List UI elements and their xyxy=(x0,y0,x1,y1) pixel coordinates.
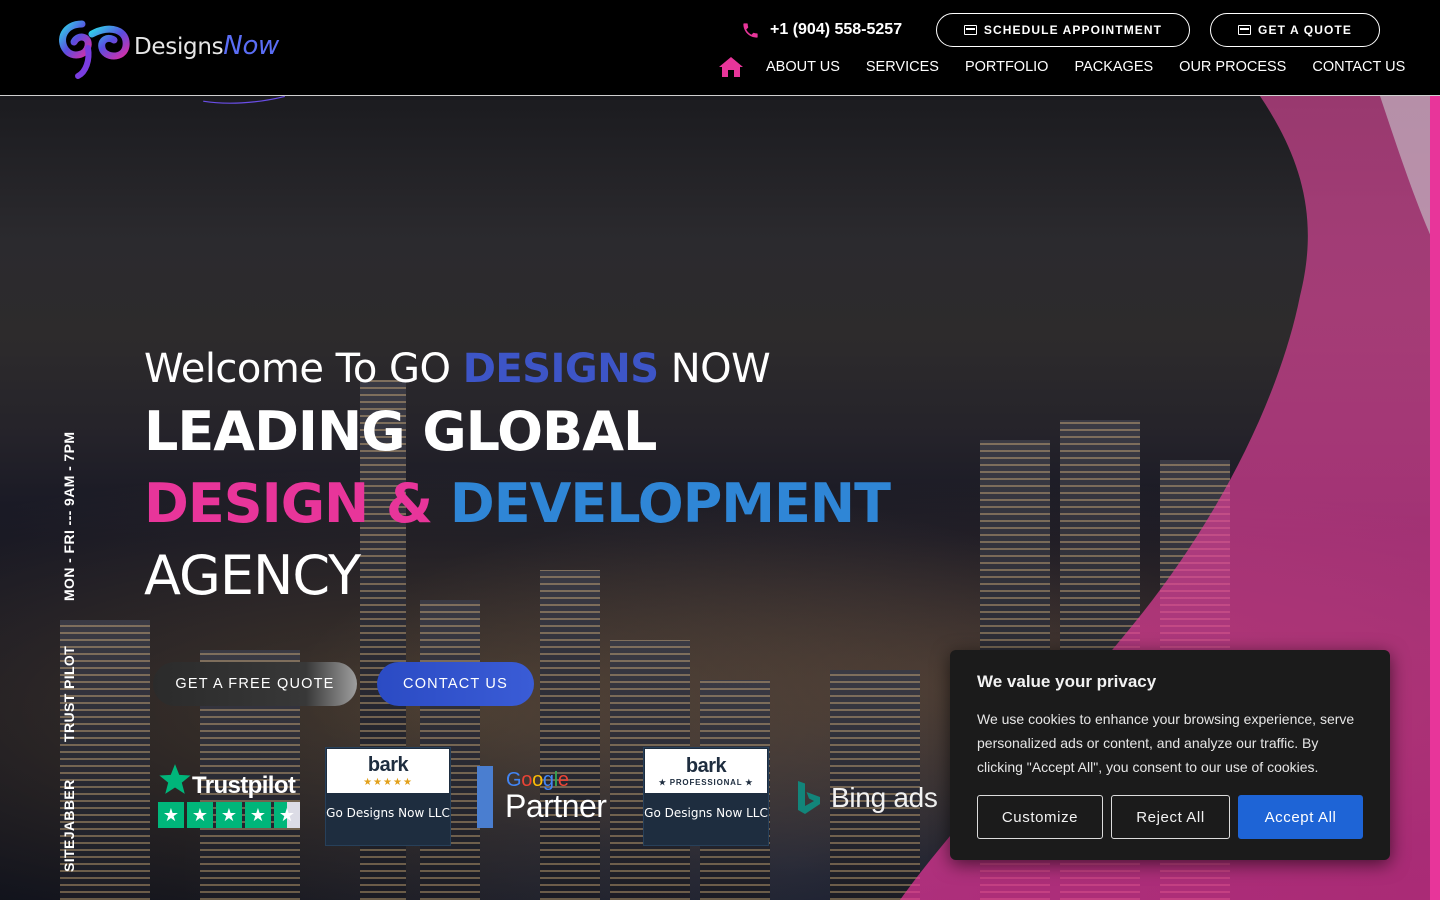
phone-link[interactable]: +1 (904) 558-5257 xyxy=(741,18,902,42)
star-icon: ★ xyxy=(158,802,184,828)
cookie-accept-all-button[interactable]: Accept All xyxy=(1238,795,1363,839)
bing-ads-badge[interactable]: Bing ads xyxy=(795,778,945,818)
get-a-quote-label: GET A QUOTE xyxy=(1258,23,1352,37)
schedule-appointment-label: SCHEDULE APPOINTMENT xyxy=(983,23,1163,37)
hero-headline-line2: DESIGN & DEVELOPMENT xyxy=(144,472,891,535)
bing-ads-label: Bing ads xyxy=(831,782,938,813)
nav-about-us[interactable]: ABOUT US xyxy=(766,59,840,75)
site-logo[interactable]: DesignsNow xyxy=(52,14,292,104)
hero-headline-line3: AGENCY xyxy=(144,544,361,607)
google-partner-label: Partner xyxy=(505,788,607,824)
cookie-consent-dialog: We value your privacy We use cookies to … xyxy=(950,650,1390,860)
contact-us-button[interactable]: CONTACT US xyxy=(377,662,534,706)
bing-logo-icon xyxy=(798,781,820,814)
bark-logo-text: bark xyxy=(685,755,727,777)
star-icon: ★ xyxy=(187,802,213,828)
hero-headline-line1: LEADING GLOBAL xyxy=(144,400,657,463)
business-hours: MON - FRI --- 9AM - 7PM xyxy=(61,431,77,601)
schedule-appointment-button[interactable]: SCHEDULE APPOINTMENT xyxy=(936,13,1190,47)
cookie-reject-all-button[interactable]: Reject All xyxy=(1111,795,1230,839)
bark-professional-badge[interactable]: bark ★ PROFESSIONAL ★ Go Designs Now LLC xyxy=(643,747,769,846)
nav-our-process[interactable]: OUR PROCESS xyxy=(1179,59,1286,75)
bark-logo-text: bark xyxy=(367,754,409,776)
bark-company-name: Go Designs Now LLC xyxy=(326,806,450,820)
trustpilot-star-icon xyxy=(159,764,191,794)
google-partner-bar xyxy=(477,766,493,828)
logo-swoosh-icon xyxy=(203,95,285,104)
cookie-body: We use cookies to enhance your browsing … xyxy=(977,711,1355,775)
bark-stars: ★★★★★ xyxy=(363,777,413,788)
trust-pilot-link[interactable]: TRUST PILOT xyxy=(61,646,77,742)
site-header: DesignsNow +1 (904) 558-5257 SCHEDULE AP… xyxy=(0,0,1440,104)
sitejabber-link[interactable]: SITEJABBER xyxy=(61,779,77,872)
trustpilot-label: Trustpilot xyxy=(192,772,296,799)
star-icon: ★ xyxy=(245,802,271,828)
star-icon: ★ xyxy=(216,802,242,828)
bark-professional-label: ★ PROFESSIONAL ★ xyxy=(658,778,754,787)
logo-text: DesignsNow xyxy=(134,31,280,61)
cookie-title: We value your privacy xyxy=(977,672,1157,691)
side-vertical-links: MON - FRI --- 9AM - 7PM TRUST PILOT SITE… xyxy=(61,416,83,876)
half-star-icon: ★ xyxy=(274,802,300,828)
trustpilot-rating-stars: ★ ★ ★ ★ ★ xyxy=(158,802,300,828)
trustpilot-badge[interactable]: Trustpilot ★ ★ ★ ★ ★ xyxy=(158,762,300,832)
calendar-icon xyxy=(963,25,977,35)
cookie-customize-button[interactable]: Customize xyxy=(977,795,1103,839)
skyline-building xyxy=(540,570,600,900)
bark-badge[interactable]: bark ★★★★★ Go Designs Now LLC xyxy=(325,747,451,846)
get-a-quote-button[interactable]: GET A QUOTE xyxy=(1210,13,1380,47)
bark-professional-logo: bark ★ PROFESSIONAL ★ xyxy=(645,749,767,793)
google-partner-badge[interactable]: Google Partner xyxy=(477,766,627,828)
nav-contact-us[interactable]: CONTACT US xyxy=(1312,59,1405,75)
bark-logo: bark ★★★★★ xyxy=(327,749,449,793)
hero-welcome: Welcome To GO DESIGNS NOW xyxy=(144,346,771,392)
phone-number: +1 (904) 558-5257 xyxy=(770,21,903,38)
logo-mark-icon xyxy=(59,20,130,79)
nav-portfolio[interactable]: PORTFOLIO xyxy=(965,59,1049,75)
get-free-quote-button[interactable]: GET A FREE QUOTE xyxy=(153,662,357,706)
nav-services[interactable]: SERVICES xyxy=(866,59,939,75)
main-nav: ABOUT US SERVICES PORTFOLIO PACKAGES OUR… xyxy=(718,54,1431,80)
nav-packages[interactable]: PACKAGES xyxy=(1074,59,1153,75)
home-icon[interactable] xyxy=(718,56,744,78)
quote-icon xyxy=(1238,25,1252,35)
bark-company-name: Go Designs Now LLC xyxy=(644,806,768,820)
phone-icon xyxy=(743,22,758,38)
